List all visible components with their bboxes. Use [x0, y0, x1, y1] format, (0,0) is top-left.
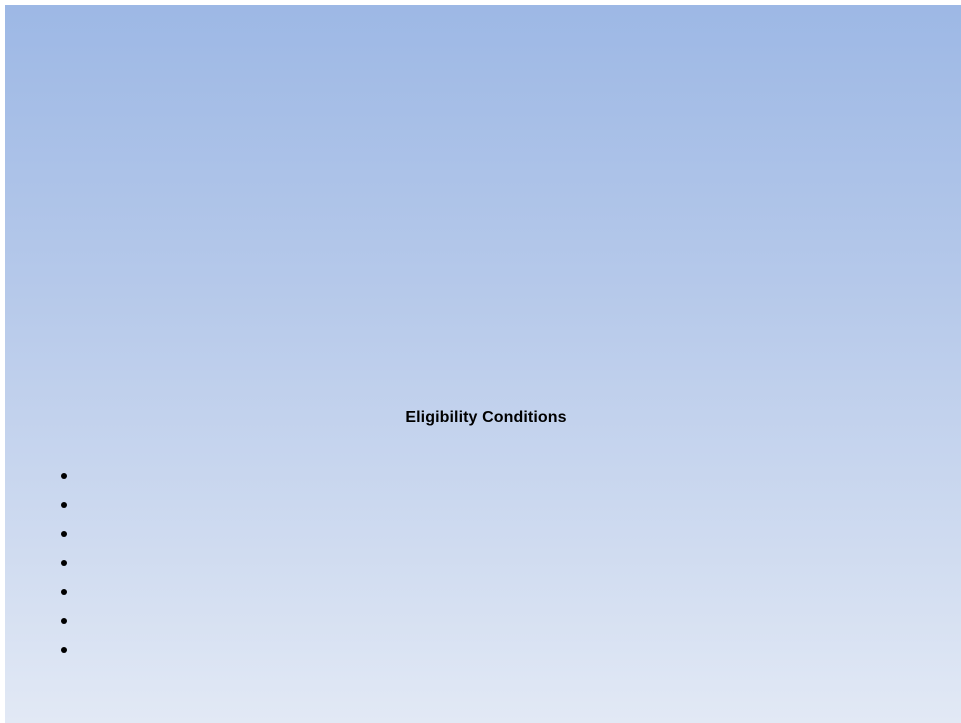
bullet-list: [61, 465, 81, 668]
bullet-item: [61, 494, 81, 523]
bullet-icon: [61, 502, 67, 508]
slide: Eligibility Conditions: [5, 5, 961, 723]
bullet-item: [61, 610, 81, 639]
slide-title: Eligibility Conditions: [405, 409, 567, 426]
bullet-icon: [61, 618, 67, 624]
bullet-item: [61, 552, 81, 581]
bullet-icon: [61, 473, 67, 479]
bullet-item: [61, 581, 81, 610]
bullet-item: [61, 639, 81, 668]
bullet-item: [61, 523, 81, 552]
bullet-icon: [61, 531, 67, 537]
bullet-item: [61, 465, 81, 494]
bullet-icon: [61, 560, 67, 566]
bullet-icon: [61, 589, 67, 595]
bullet-icon: [61, 647, 67, 653]
